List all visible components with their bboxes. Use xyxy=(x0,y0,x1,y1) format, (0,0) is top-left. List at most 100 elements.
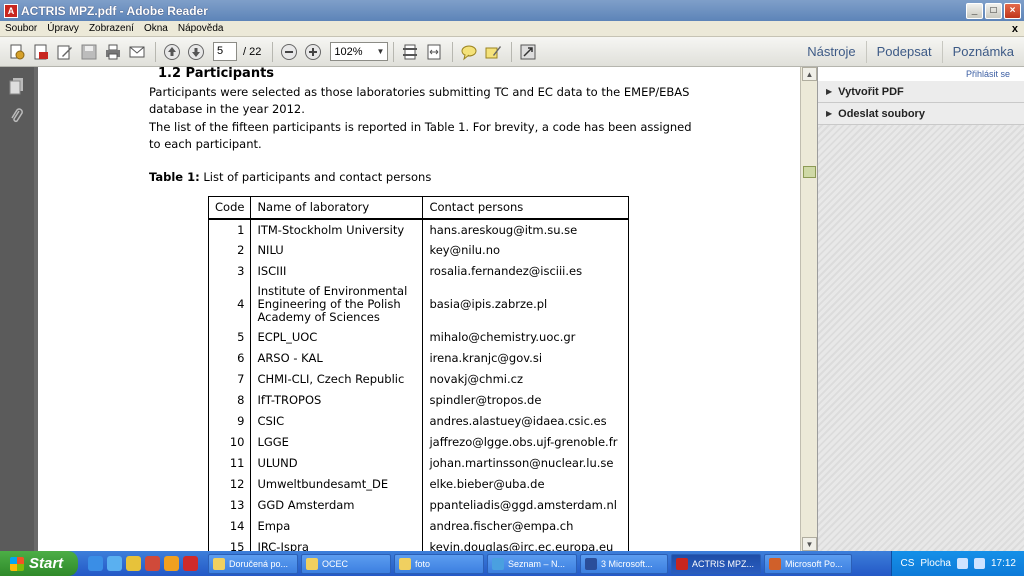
create-pdf-panel-item[interactable]: ▶ Vytvořit PDF xyxy=(818,81,1024,103)
task-label: Seznam – N... xyxy=(508,558,566,569)
task-foto[interactable]: foto xyxy=(394,553,484,574)
desktop-icon[interactable] xyxy=(107,556,122,571)
previous-page-button[interactable] xyxy=(161,41,183,63)
convert-pdf-button[interactable] xyxy=(30,41,52,63)
cell-contact: kevin.douglas@jrc.ec.europa.eu xyxy=(422,536,630,551)
menu-zobrazeni[interactable]: Zobrazení xyxy=(84,23,139,34)
highlight-button[interactable] xyxy=(482,41,504,63)
ie-icon[interactable] xyxy=(88,556,103,571)
scroll-down-button[interactable]: ▼ xyxy=(802,537,817,551)
browser-icon[interactable] xyxy=(164,556,179,571)
toolbar-right-links: Nástroje Podepsat Poznámka xyxy=(797,37,1024,66)
zoom-select[interactable]: 102% ▼ xyxy=(330,42,389,61)
language-indicator[interactable]: CS xyxy=(900,558,914,569)
menu-napoveda[interactable]: Nápověda xyxy=(173,23,229,34)
table-row: 4 Institute of Environmental Engineering … xyxy=(207,281,630,327)
chevron-down-icon: ▼ xyxy=(376,47,385,56)
fit-page-button[interactable] xyxy=(399,41,421,63)
clock: 17:12 xyxy=(990,558,1016,569)
paperclip-icon xyxy=(11,108,23,123)
zoom-out-button[interactable] xyxy=(278,41,300,63)
start-label: Start xyxy=(29,555,64,572)
cell-contact: elke.bieber@uba.de xyxy=(422,473,630,495)
comment-link[interactable]: Poznámka xyxy=(941,40,1024,63)
cell-code: 5 xyxy=(207,326,252,348)
task-actris[interactable]: ACTRIS MPZ... xyxy=(671,553,761,574)
participants-table: Code Name of laboratory Contact persons … xyxy=(207,196,630,551)
table-caption-label: Table 1: xyxy=(149,170,200,184)
paragraph-line: to each participant. xyxy=(149,137,262,151)
pdf-page: 1.2 Participants Participants were selec… xyxy=(38,67,800,551)
start-button[interactable]: Start xyxy=(0,551,78,576)
folder-icon xyxy=(399,557,411,570)
next-page-button[interactable] xyxy=(185,41,207,63)
page-number-input[interactable]: 5 xyxy=(213,42,237,61)
cell-code: 2 xyxy=(207,239,252,261)
maximize-button[interactable]: □ xyxy=(985,2,1002,19)
cell-code: 9 xyxy=(207,410,252,432)
cell-code: 1 xyxy=(207,218,252,240)
network-icon[interactable] xyxy=(956,558,968,569)
volume-icon[interactable] xyxy=(973,558,985,569)
speech-bubble-icon xyxy=(461,45,477,60)
sign-link[interactable]: Podepsat xyxy=(865,40,942,63)
page-total: / 22 xyxy=(243,45,262,58)
task-mail[interactable]: Doručená po... xyxy=(208,553,298,574)
toolbar-separator xyxy=(272,41,274,62)
minimize-button[interactable]: _ xyxy=(966,2,983,19)
triangle-right-icon: ▶ xyxy=(826,87,833,96)
send-files-panel-item[interactable]: ▶ Odeslat soubory xyxy=(818,103,1024,125)
scroll-up-button[interactable]: ▲ xyxy=(802,67,817,81)
page-thumbnails-button[interactable] xyxy=(6,75,28,97)
cell-contact: andrea.fischer@empa.ch xyxy=(422,515,630,537)
cell-laboratory: Umweltbundesamt_DE xyxy=(250,473,424,495)
toolbar-separator xyxy=(511,41,513,62)
attachments-button[interactable] xyxy=(6,105,28,127)
create-pdf-button[interactable] xyxy=(6,41,28,63)
desktop-toolbar-label[interactable]: Plocha xyxy=(920,558,951,569)
highlighter-icon xyxy=(485,45,502,58)
plus-circle-icon xyxy=(305,43,322,60)
cell-code: 13 xyxy=(207,494,252,516)
section-heading: 1.2 Participants xyxy=(158,67,275,81)
menu-upravy[interactable]: Úpravy xyxy=(42,23,84,34)
tools-link[interactable]: Nástroje xyxy=(797,41,865,63)
save-button[interactable] xyxy=(78,41,100,63)
full-screen-button[interactable] xyxy=(517,41,539,63)
task-ocec[interactable]: OCEC xyxy=(301,553,391,574)
envelope-icon xyxy=(129,46,145,57)
edit-pdf-button[interactable] xyxy=(54,41,76,63)
folder-icon[interactable] xyxy=(126,556,141,571)
vertical-scrollbar[interactable]: ▲ ▼ xyxy=(800,67,817,551)
task-seznam[interactable]: Seznam – N... xyxy=(487,553,577,574)
windows-logo-icon xyxy=(10,556,24,571)
cell-contact: basia@ipis.zabrze.pl xyxy=(422,281,630,327)
info-icon[interactable] xyxy=(183,556,198,571)
triangle-right-icon: ▶ xyxy=(826,109,833,118)
document-viewer[interactable]: 1.2 Participants Participants were selec… xyxy=(34,67,800,551)
print-button[interactable] xyxy=(102,41,124,63)
cell-contact: rosalia.fernandez@isciii.es xyxy=(422,260,630,282)
cell-laboratory: GGD Amsterdam xyxy=(250,494,424,516)
menu-okna[interactable]: Okna xyxy=(139,23,173,34)
cell-contact: hans.areskoug@itm.su.se xyxy=(422,218,630,240)
cell-contact: andres.alastuey@idaea.csic.es xyxy=(422,410,630,432)
media-icon[interactable] xyxy=(145,556,160,571)
menu-soubor[interactable]: Soubor xyxy=(0,23,42,34)
sign-in-link[interactable]: Přihlásit se xyxy=(818,67,1024,81)
task-powerpoint[interactable]: Microsoft Po... xyxy=(764,553,852,574)
add-comment-button[interactable] xyxy=(458,41,480,63)
cell-laboratory: ECPL_UOC xyxy=(250,326,424,348)
task-word[interactable]: 3 Microsoft... xyxy=(580,553,668,574)
close-document-button[interactable]: x xyxy=(1012,23,1018,35)
zoom-in-button[interactable] xyxy=(302,41,324,63)
fit-width-button[interactable] xyxy=(423,41,445,63)
cell-laboratory: ISCIII xyxy=(250,260,424,282)
cell-contact: jaffrezo@lgge.obs.ujf-grenoble.fr xyxy=(422,431,630,453)
cell-code: 10 xyxy=(207,431,252,453)
scroll-thumb[interactable] xyxy=(803,166,816,178)
email-button[interactable] xyxy=(126,41,148,63)
expand-icon xyxy=(520,44,536,59)
close-button[interactable]: × xyxy=(1004,2,1021,19)
save-icon xyxy=(81,44,97,59)
